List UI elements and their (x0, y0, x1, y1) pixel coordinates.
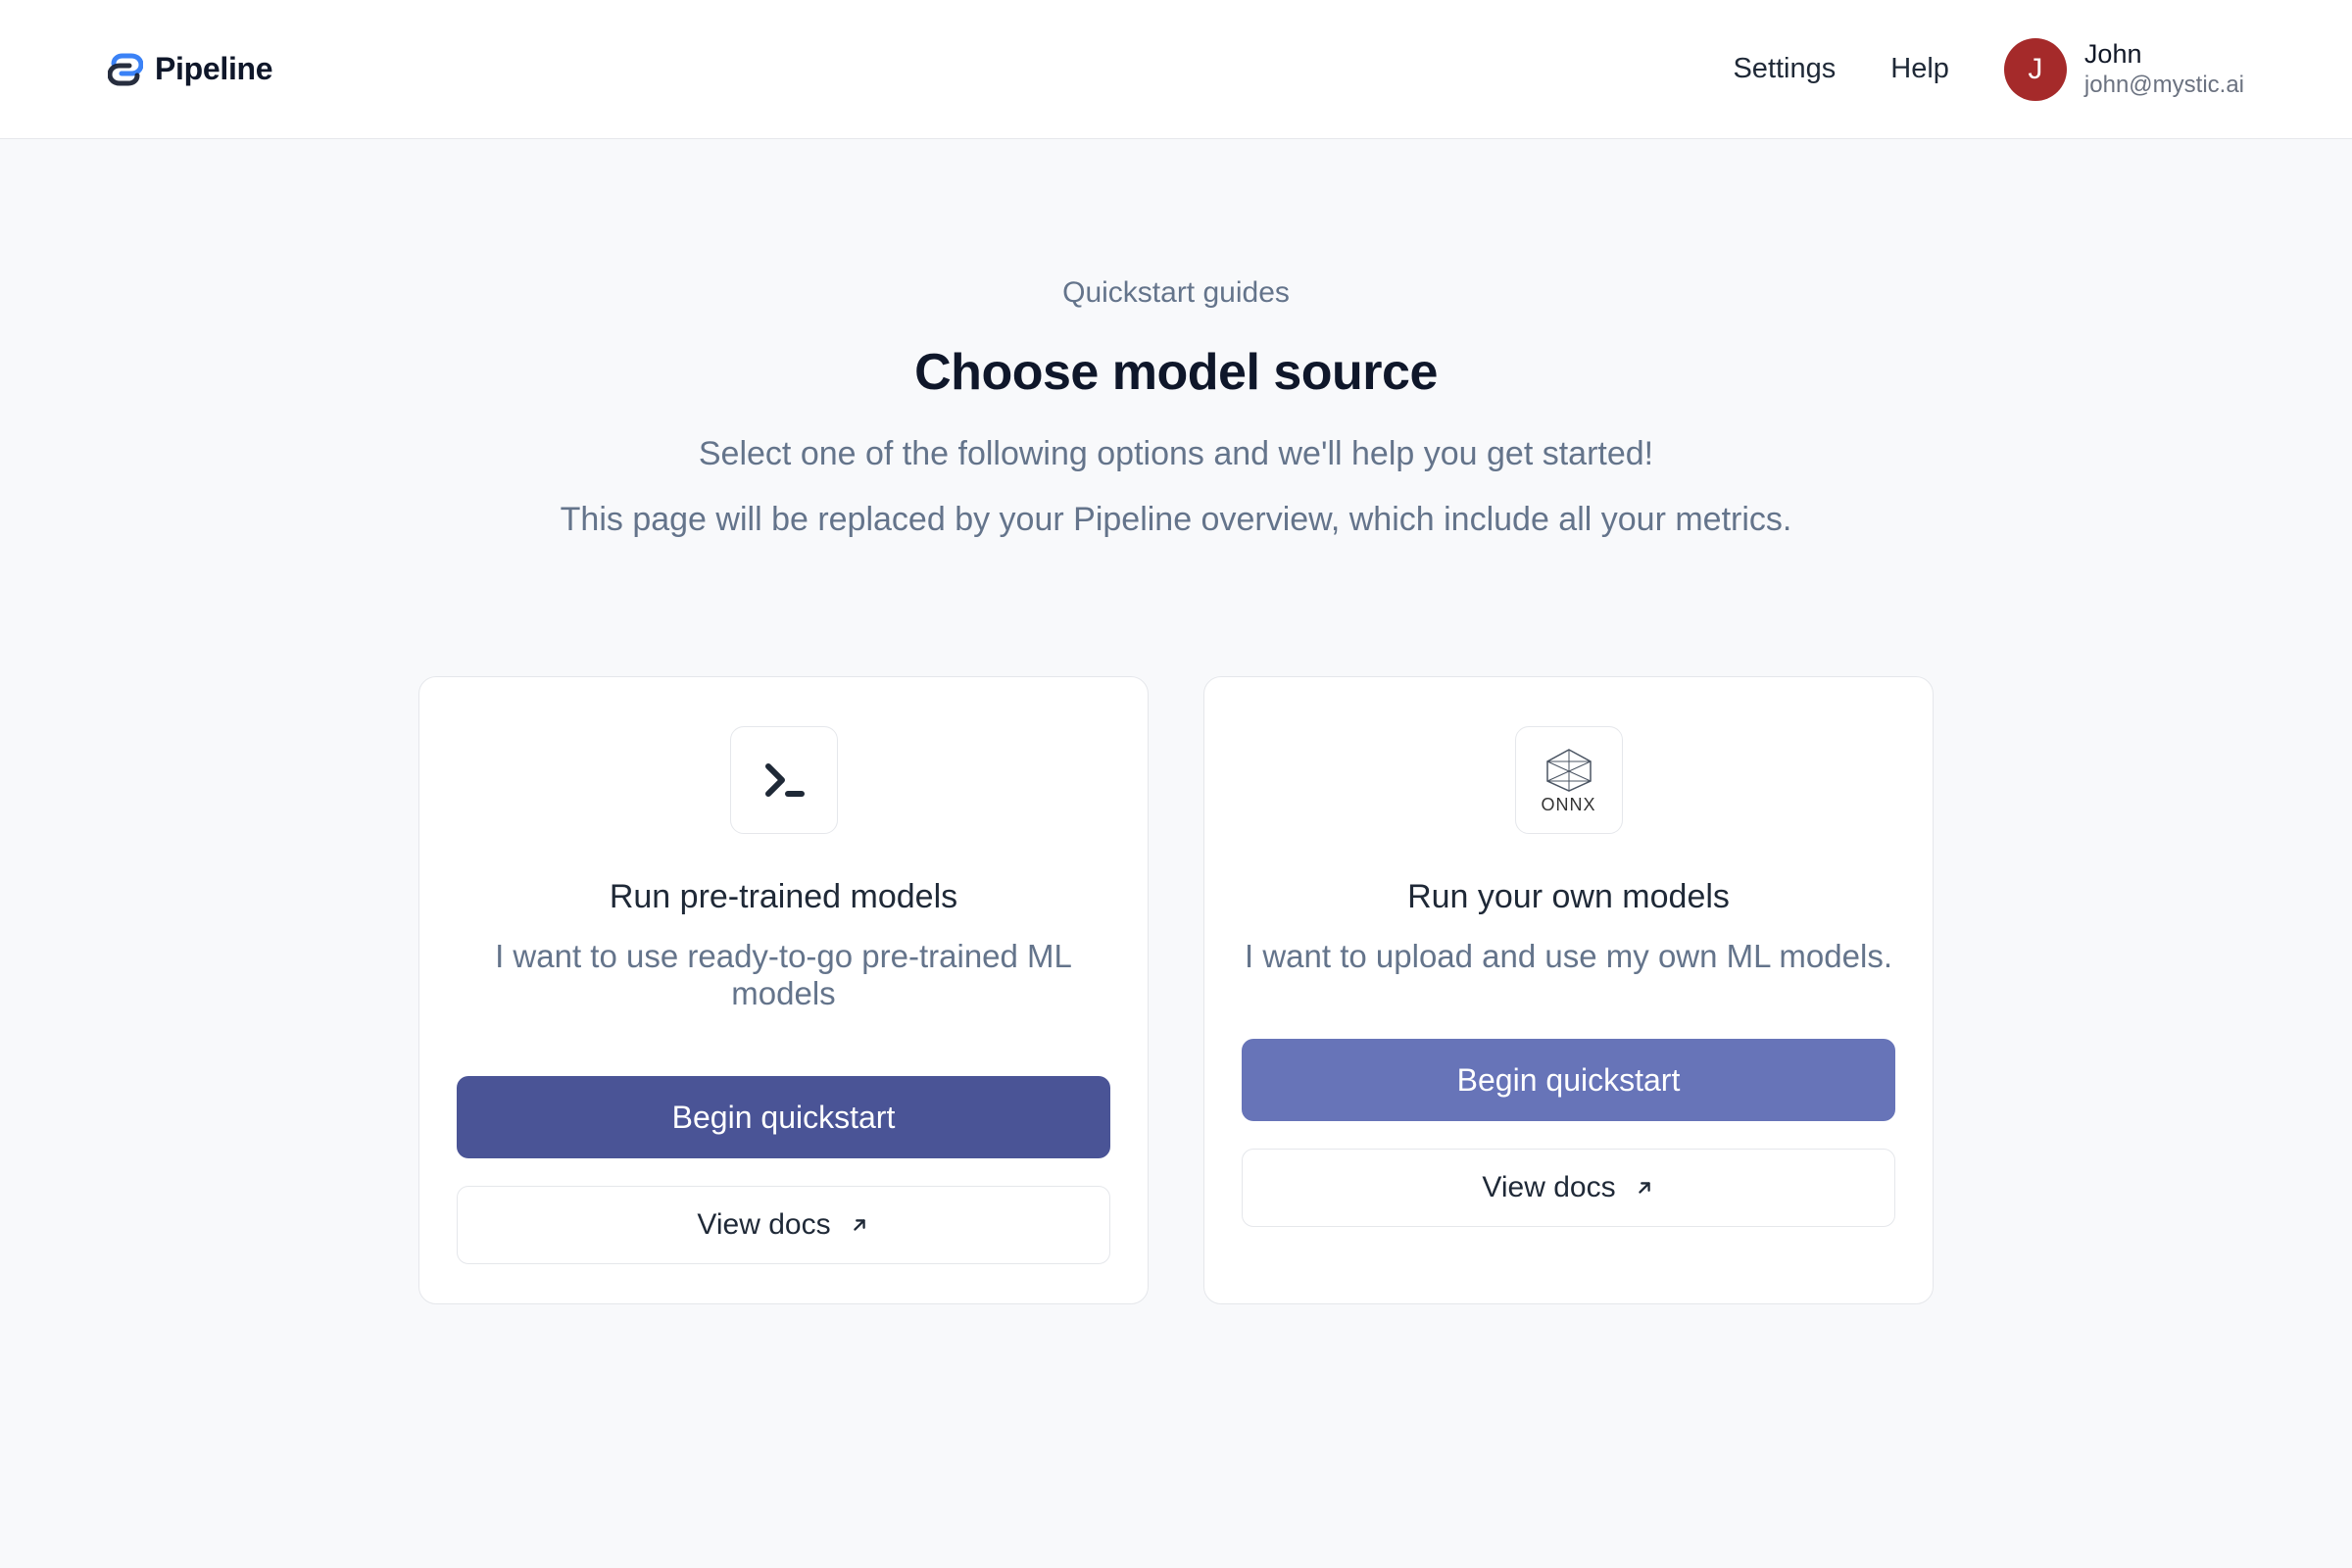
external-link-icon (849, 1214, 870, 1236)
user-name: John (2084, 38, 2244, 72)
page-eyebrow: Quickstart guides (1062, 276, 1290, 310)
avatar: J (2004, 38, 2067, 101)
brand-logo[interactable]: Pipeline (108, 51, 272, 87)
onnx-label: ONNX (1541, 795, 1595, 815)
onnx-icon: ONNX (1515, 726, 1623, 834)
brand-name: Pipeline (155, 51, 272, 87)
card-own-models: ONNX Run your own models I want to uploa… (1203, 676, 1934, 1304)
view-docs-label: View docs (1482, 1171, 1615, 1204)
card-desc: I want to upload and use my own ML model… (1245, 938, 1892, 975)
nav-settings[interactable]: Settings (1733, 53, 1836, 85)
begin-quickstart-button[interactable]: Begin quickstart (1242, 1039, 1895, 1121)
nav-help[interactable]: Help (1890, 53, 1949, 85)
pipeline-logo-icon (108, 52, 143, 87)
card-desc: I want to use ready-to-go pre-trained ML… (457, 938, 1110, 1012)
view-docs-button[interactable]: View docs (457, 1186, 1110, 1264)
user-menu[interactable]: J John john@mystic.ai (2004, 38, 2244, 101)
terminal-icon (730, 726, 838, 834)
begin-quickstart-button[interactable]: Begin quickstart (457, 1076, 1110, 1158)
card-title: Run your own models (1407, 878, 1730, 916)
card-row: Run pre-trained models I want to use rea… (418, 676, 1934, 1304)
user-email: john@mystic.ai (2084, 71, 2244, 100)
view-docs-label: View docs (697, 1208, 830, 1242)
page-subtitle: Select one of the following options and … (699, 435, 1653, 473)
external-link-icon (1634, 1177, 1655, 1199)
header: Pipeline Settings Help J John john@mysti… (0, 0, 2352, 139)
card-pretrained: Run pre-trained models I want to use rea… (418, 676, 1149, 1304)
main-content: Quickstart guides Choose model source Se… (0, 139, 2352, 1304)
view-docs-button[interactable]: View docs (1242, 1149, 1895, 1227)
card-title: Run pre-trained models (610, 878, 957, 916)
page-title: Choose model source (914, 343, 1438, 402)
user-text: John john@mystic.ai (2084, 38, 2244, 101)
page-subtitle-2: This page will be replaced by your Pipel… (561, 501, 1792, 539)
header-right: Settings Help J John john@mystic.ai (1733, 38, 2244, 101)
